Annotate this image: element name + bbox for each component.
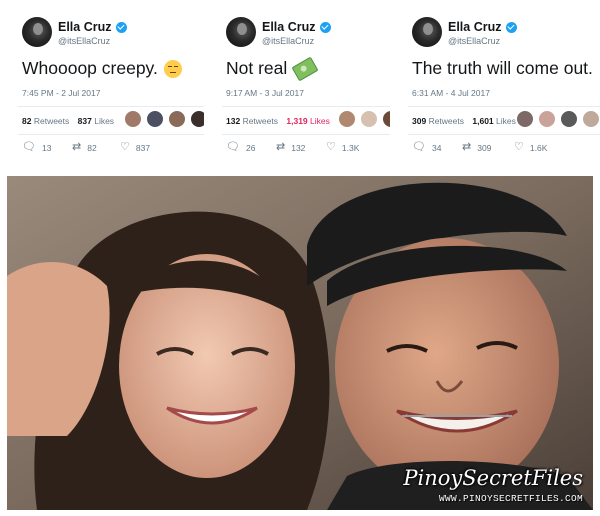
reply-icon: 🗨︎ <box>22 141 36 153</box>
selfie-illustration <box>7 176 593 510</box>
verified-badge-icon <box>319 21 331 33</box>
tweet-actions: 🗨︎ 34 ⇄ 309 ♡ 1.6K <box>412 142 547 153</box>
reply-button[interactable]: 🗨︎ 13 <box>22 142 72 153</box>
avatar[interactable] <box>226 17 256 47</box>
avatar[interactable] <box>22 17 52 47</box>
like-button[interactable]: ♡ 1.6K <box>514 142 547 153</box>
retweet-action-count: 82 <box>87 142 97 153</box>
liker-avatar[interactable] <box>338 110 356 128</box>
retweet-action-count: 132 <box>291 142 306 153</box>
tweet-stats: 132 Retweets 1,319 Likes <box>226 116 330 126</box>
likes-label[interactable]: Likes <box>310 116 330 126</box>
divider <box>408 106 600 107</box>
author-row: Ella Cruz <box>58 20 127 34</box>
liker-avatar[interactable] <box>360 110 378 128</box>
tweet-card-2[interactable]: Ella Cruz @itsEllaCruz Not real 9:17 AM … <box>204 0 422 172</box>
retweets-label[interactable]: Retweets <box>243 116 278 126</box>
watermark-url: WWW.PINOYSECRETFILES.COM <box>438 493 583 504</box>
retweet-button[interactable]: ⇄ 82 <box>72 142 120 153</box>
divider <box>18 106 204 107</box>
tweet-stats: 309 Retweets 1,601 Likes <box>412 116 516 126</box>
tweets-strip: Ella Cruz @itsEllaCruz Whoooop creepy. 7… <box>0 0 600 172</box>
author-row: Ella Cruz <box>448 20 517 34</box>
avatar[interactable] <box>412 17 442 47</box>
liker-avatar[interactable] <box>560 110 578 128</box>
reply-count: 26 <box>245 142 256 153</box>
watermark-brand: PinoySecretFiles <box>403 466 583 490</box>
verified-badge-icon <box>115 21 127 33</box>
likes-count[interactable]: 1,319 <box>286 116 307 126</box>
retweet-icon: ⇄ <box>72 141 82 153</box>
tweet-card-3[interactable]: Ella Cruz @itsEllaCruz The truth will co… <box>390 0 600 172</box>
author-handle[interactable]: @itsEllaCruz <box>58 36 110 46</box>
tweet-text-row: Whoooop creepy. <box>22 58 182 79</box>
author-name[interactable]: Ella Cruz <box>262 20 316 34</box>
likes-count[interactable]: 837 <box>78 116 92 126</box>
verified-badge-icon <box>505 21 517 33</box>
liker-avatar[interactable] <box>538 110 556 128</box>
tweet-card-1[interactable]: Ella Cruz @itsEllaCruz Whoooop creepy. 7… <box>0 0 230 172</box>
author-handle[interactable]: @itsEllaCruz <box>262 36 314 46</box>
retweet-button[interactable]: ⇄ 309 <box>462 142 514 153</box>
tweet-timestamp[interactable]: 6:31 AM - 4 Jul 2017 <box>412 88 490 98</box>
tweet-text: The truth will come out. <box>412 58 593 78</box>
author-handle[interactable]: @itsEllaCruz <box>448 36 500 46</box>
liker-avatar[interactable] <box>516 110 534 128</box>
tweet-text: Whoooop creepy. <box>22 58 158 78</box>
heart-icon: ♡ <box>326 141 336 153</box>
retweet-action-count: 309 <box>477 142 492 153</box>
retweet-button[interactable]: ⇄ 132 <box>276 142 326 153</box>
heart-icon: ♡ <box>514 141 524 153</box>
retweets-count[interactable]: 132 <box>226 116 240 126</box>
reply-button[interactable]: 🗨︎ 34 <box>412 142 462 153</box>
reply-count: 13 <box>41 142 52 153</box>
tweet-stats: 82 Retweets 837 Likes <box>22 116 114 126</box>
retweet-icon: ⇄ <box>462 141 472 153</box>
divider <box>18 134 204 135</box>
like-action-count: 1.3K <box>341 142 360 153</box>
like-button[interactable]: ♡ 1.3K <box>326 142 359 153</box>
money-with-wings-icon <box>291 56 319 81</box>
like-action-count: 1.6K <box>529 142 548 153</box>
like-action-count: 837 <box>135 142 151 153</box>
retweets-label[interactable]: Retweets <box>34 116 69 126</box>
reply-icon: 🗨︎ <box>226 141 240 153</box>
divider <box>408 134 600 135</box>
liker-avatar[interactable] <box>146 110 164 128</box>
likers-avatars[interactable] <box>516 110 600 128</box>
reply-icon: 🗨︎ <box>412 141 426 153</box>
author-name[interactable]: Ella Cruz <box>58 20 112 34</box>
retweets-count[interactable]: 309 <box>412 116 426 126</box>
likes-label[interactable]: Likes <box>94 116 114 126</box>
liker-avatar[interactable] <box>582 110 600 128</box>
tweet-actions: 🗨︎ 13 ⇄ 82 ♡ 837 <box>22 142 150 153</box>
author-row: Ella Cruz <box>262 20 331 34</box>
liker-avatar[interactable] <box>124 110 142 128</box>
selfie-photo: PinoySecretFiles WWW.PINOYSECRETFILES.CO… <box>7 176 593 510</box>
liker-avatar[interactable] <box>168 110 186 128</box>
tweet-text-row: Not real <box>226 56 319 81</box>
tweet-timestamp[interactable]: 9:17 AM - 3 Jul 2017 <box>226 88 304 98</box>
tweet-text-row: The truth will come out. <box>412 58 593 79</box>
reply-count: 34 <box>431 142 442 153</box>
tweet-actions: 🗨︎ 26 ⇄ 132 ♡ 1.3K <box>226 142 359 153</box>
tweet-timestamp[interactable]: 7:45 PM - 2 Jul 2017 <box>22 88 100 98</box>
like-button[interactable]: ♡ 837 <box>120 142 150 153</box>
heart-icon: ♡ <box>120 141 130 153</box>
retweet-icon: ⇄ <box>276 141 286 153</box>
divider <box>222 106 390 107</box>
unamused-face-icon <box>163 59 182 78</box>
likes-label[interactable]: Likes <box>496 116 516 126</box>
tweet-text: Not real <box>226 58 288 78</box>
likes-count[interactable]: 1,601 <box>472 116 493 126</box>
divider <box>222 134 390 135</box>
retweets-label[interactable]: Retweets <box>429 116 464 126</box>
author-name[interactable]: Ella Cruz <box>448 20 502 34</box>
retweets-count[interactable]: 82 <box>22 116 31 126</box>
reply-button[interactable]: 🗨︎ 26 <box>226 142 276 153</box>
